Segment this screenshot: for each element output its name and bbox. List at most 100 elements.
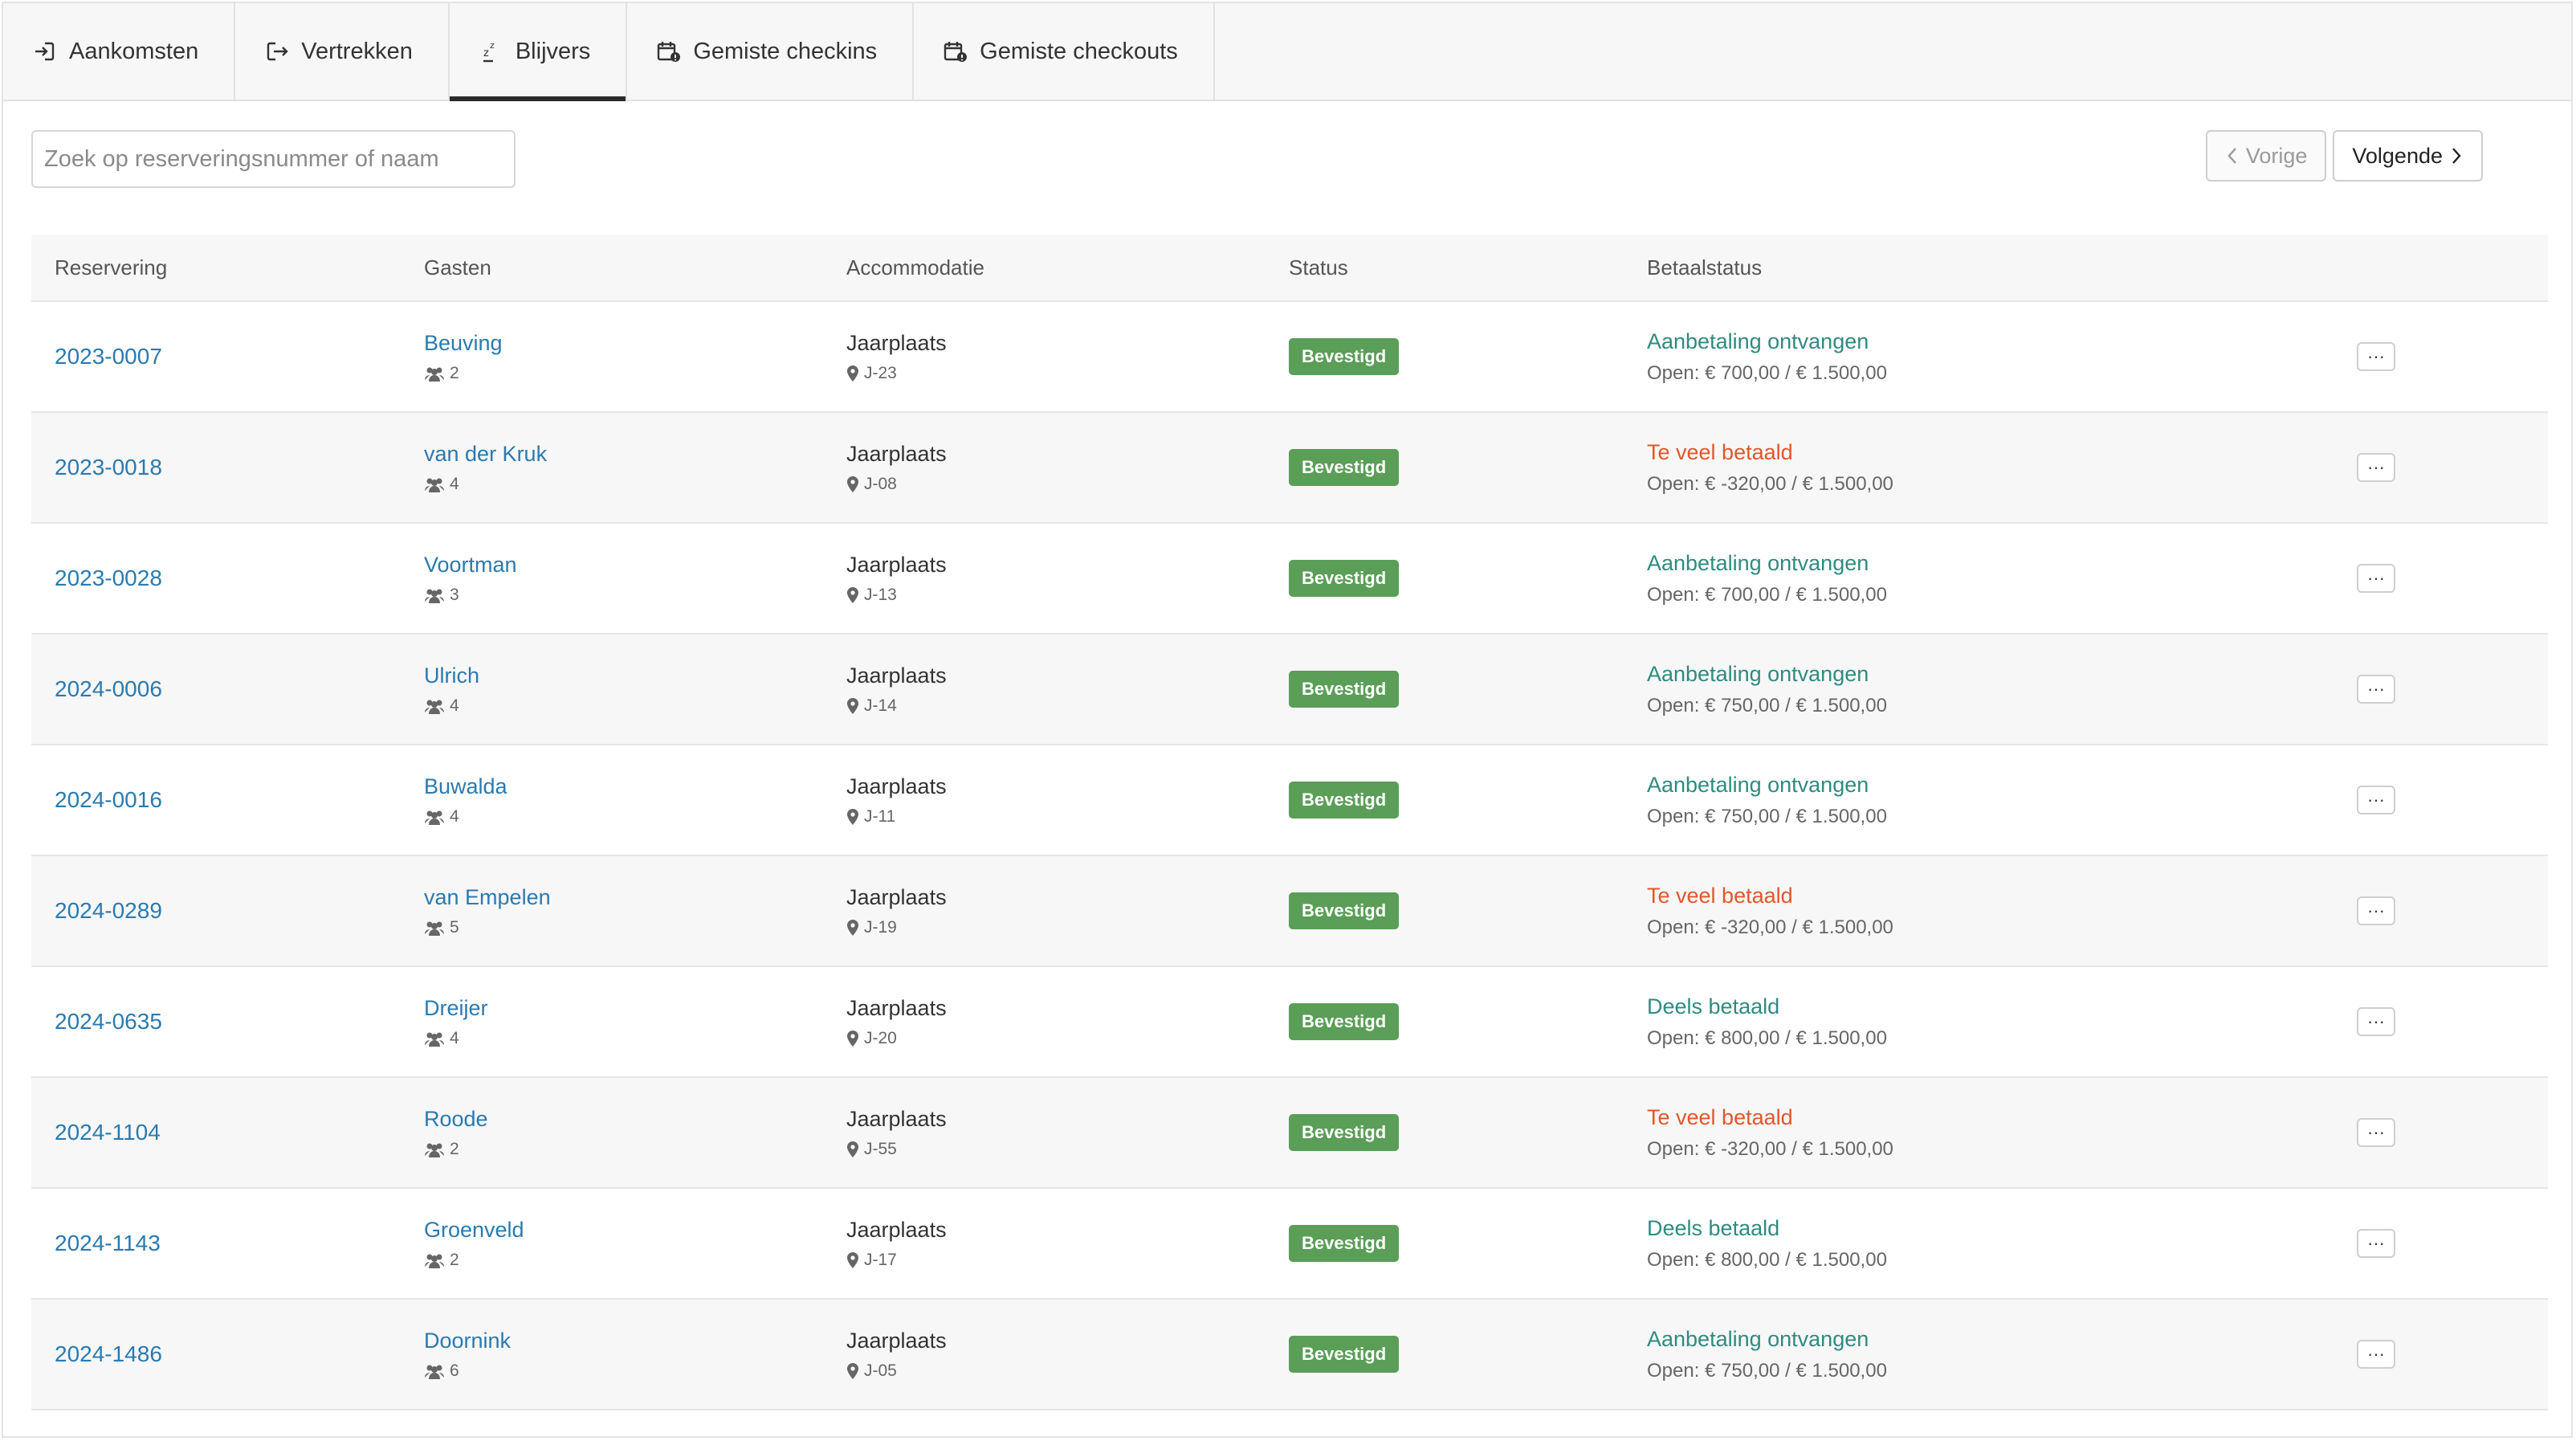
reservation-number-link[interactable]: 2023-0018 (55, 455, 162, 480)
spot-value: J-20 (864, 1028, 897, 1047)
users-icon (425, 700, 444, 714)
reservation-number-link[interactable]: 2023-0028 (55, 565, 162, 590)
guest-count-value: 3 (450, 585, 459, 604)
open-amount: Open: € 750,00 / € 1.500,00 (1647, 805, 1887, 827)
guest-count: 4 (424, 1029, 846, 1048)
search-input[interactable] (31, 130, 516, 188)
more-actions-button[interactable]: ··· (2357, 453, 2395, 482)
header-accommodatie: Accommodatie (846, 255, 984, 280)
more-actions-button[interactable]: ··· (2357, 342, 2395, 371)
payment-status: Aanbetaling ontvangen (1647, 329, 1869, 353)
more-actions-button[interactable]: ··· (2357, 786, 2395, 814)
guest-name-link[interactable]: van der Kruk (424, 442, 846, 467)
more-actions-button[interactable]: ··· (2357, 1340, 2395, 1369)
tab-aankomsten[interactable]: Aankomsten (3, 3, 236, 100)
next-label: Volgende (2352, 143, 2443, 168)
guest-count: 4 (424, 696, 846, 716)
reservation-number-link[interactable]: 2024-0006 (55, 676, 162, 701)
accommodation-spot: J-14 (846, 696, 1289, 716)
spot-value: J-13 (864, 585, 897, 604)
tab-label: Blijvers (515, 38, 591, 64)
map-pin-icon (847, 476, 858, 492)
reservation-number-link[interactable]: 2024-0635 (55, 1009, 162, 1034)
payment-status: Aanbetaling ontvangen (1647, 661, 1869, 686)
status-badge: Bevestigd (1289, 1003, 1400, 1040)
guest-name-link[interactable]: Dreijer (424, 996, 846, 1021)
accommodation-type: Jaarplaats (846, 663, 947, 688)
guest-count: 5 (424, 918, 846, 937)
guest-name-link[interactable]: van Empelen (424, 885, 846, 910)
users-icon (425, 921, 444, 936)
tab-bar: Aankomsten Vertrekken zz Blijvers Gemist… (3, 3, 2571, 101)
guest-count-value: 5 (450, 917, 459, 937)
table-row: 2024-0635 Dreijer 4 Jaarplaats J-20 Beve… (31, 967, 2548, 1078)
accommodation-type: Jaarplaats (846, 995, 947, 1020)
map-pin-icon (847, 365, 858, 382)
table-header: Reservering Gasten Accommodatie Status B… (31, 235, 2548, 302)
accommodation-type: Jaarplaats (846, 1217, 947, 1242)
tab-vertrekken[interactable]: Vertrekken (235, 3, 450, 100)
table-row: 2023-0007 Beuving 2 Jaarplaats J-23 Beve… (31, 302, 2548, 413)
more-actions-button[interactable]: ··· (2357, 1229, 2395, 1258)
map-pin-icon (847, 808, 858, 825)
spot-value: J-14 (864, 696, 897, 715)
spot-value: J-11 (864, 806, 896, 826)
open-amount: Open: € -320,00 / € 1.500,00 (1647, 472, 1893, 495)
spot-value: J-23 (864, 363, 897, 382)
previous-label: Vorige (2245, 143, 2308, 168)
accommodation-spot: J-20 (846, 1029, 1289, 1048)
tab-gemiste-checkouts[interactable]: Gemiste checkouts (914, 3, 1215, 100)
calendar-alert-icon (943, 39, 968, 64)
guest-count-value: 6 (450, 1361, 459, 1380)
accommodation-spot: J-11 (846, 807, 1289, 827)
guest-name-link[interactable]: Groenveld (424, 1218, 846, 1243)
reservation-number-link[interactable]: 2024-1104 (55, 1120, 161, 1145)
reservation-number-link[interactable]: 2024-0016 (55, 787, 162, 812)
more-actions-button[interactable]: ··· (2357, 1007, 2395, 1036)
map-pin-icon (847, 697, 858, 714)
reservation-number-link[interactable]: 2024-1486 (55, 1341, 162, 1366)
map-pin-icon (847, 1030, 858, 1047)
tab-label: Gemiste checkins (693, 38, 878, 64)
header-reservering: Reservering (55, 255, 168, 280)
calendar-alert-icon (656, 39, 682, 64)
more-actions-button[interactable]: ··· (2357, 564, 2395, 593)
payment-status: Deels betaald (1647, 994, 1780, 1018)
accommodation-type: Jaarplaats (846, 1328, 947, 1353)
table-body: 2023-0007 Beuving 2 Jaarplaats J-23 Beve… (31, 302, 2548, 1410)
guest-name-link[interactable]: Beuving (424, 331, 846, 356)
guest-name-link[interactable]: Roode (424, 1107, 846, 1132)
guest-count: 2 (424, 1140, 846, 1159)
accommodation-type: Jaarplaats (846, 330, 947, 355)
open-amount: Open: € 700,00 / € 1.500,00 (1647, 361, 1887, 384)
guest-name-link[interactable]: Doornink (424, 1329, 846, 1353)
tab-blijvers[interactable]: zz Blijvers (449, 3, 628, 101)
guest-name-link[interactable]: Ulrich (424, 663, 846, 688)
open-amount: Open: € 700,00 / € 1.500,00 (1647, 583, 1887, 606)
reservation-number-link[interactable]: 2024-1143 (55, 1231, 161, 1255)
tab-label: Gemiste checkouts (980, 38, 1178, 64)
users-icon (425, 1254, 444, 1268)
more-actions-button[interactable]: ··· (2357, 1118, 2395, 1147)
chevron-left-icon (2228, 148, 2236, 164)
status-badge: Bevestigd (1289, 1336, 1400, 1373)
previous-button[interactable]: Vorige (2205, 130, 2327, 182)
reservation-number-link[interactable]: 2024-0289 (55, 898, 162, 923)
chevron-right-icon (2452, 148, 2461, 164)
accommodation-spot: J-05 (846, 1361, 1289, 1381)
payment-status: Te veel betaald (1647, 1104, 1793, 1129)
guest-name-link[interactable]: Buwalda (424, 774, 846, 799)
more-actions-button[interactable]: ··· (2357, 675, 2395, 704)
status-badge: Bevestigd (1289, 671, 1400, 708)
tab-gemiste-checkins[interactable]: Gemiste checkins (627, 3, 915, 100)
reservation-number-link[interactable]: 2023-0007 (55, 344, 162, 369)
status-badge: Bevestigd (1289, 892, 1400, 929)
map-pin-icon (847, 1251, 858, 1268)
accommodation-spot: J-19 (846, 918, 1289, 937)
open-amount: Open: € 800,00 / € 1.500,00 (1647, 1027, 1887, 1049)
open-amount: Open: € 750,00 / € 1.500,00 (1647, 694, 1887, 716)
tab-label: Vertrekken (301, 38, 413, 64)
more-actions-button[interactable]: ··· (2357, 896, 2395, 925)
guest-name-link[interactable]: Voortman (424, 553, 846, 578)
next-button[interactable]: Volgende (2333, 130, 2483, 182)
